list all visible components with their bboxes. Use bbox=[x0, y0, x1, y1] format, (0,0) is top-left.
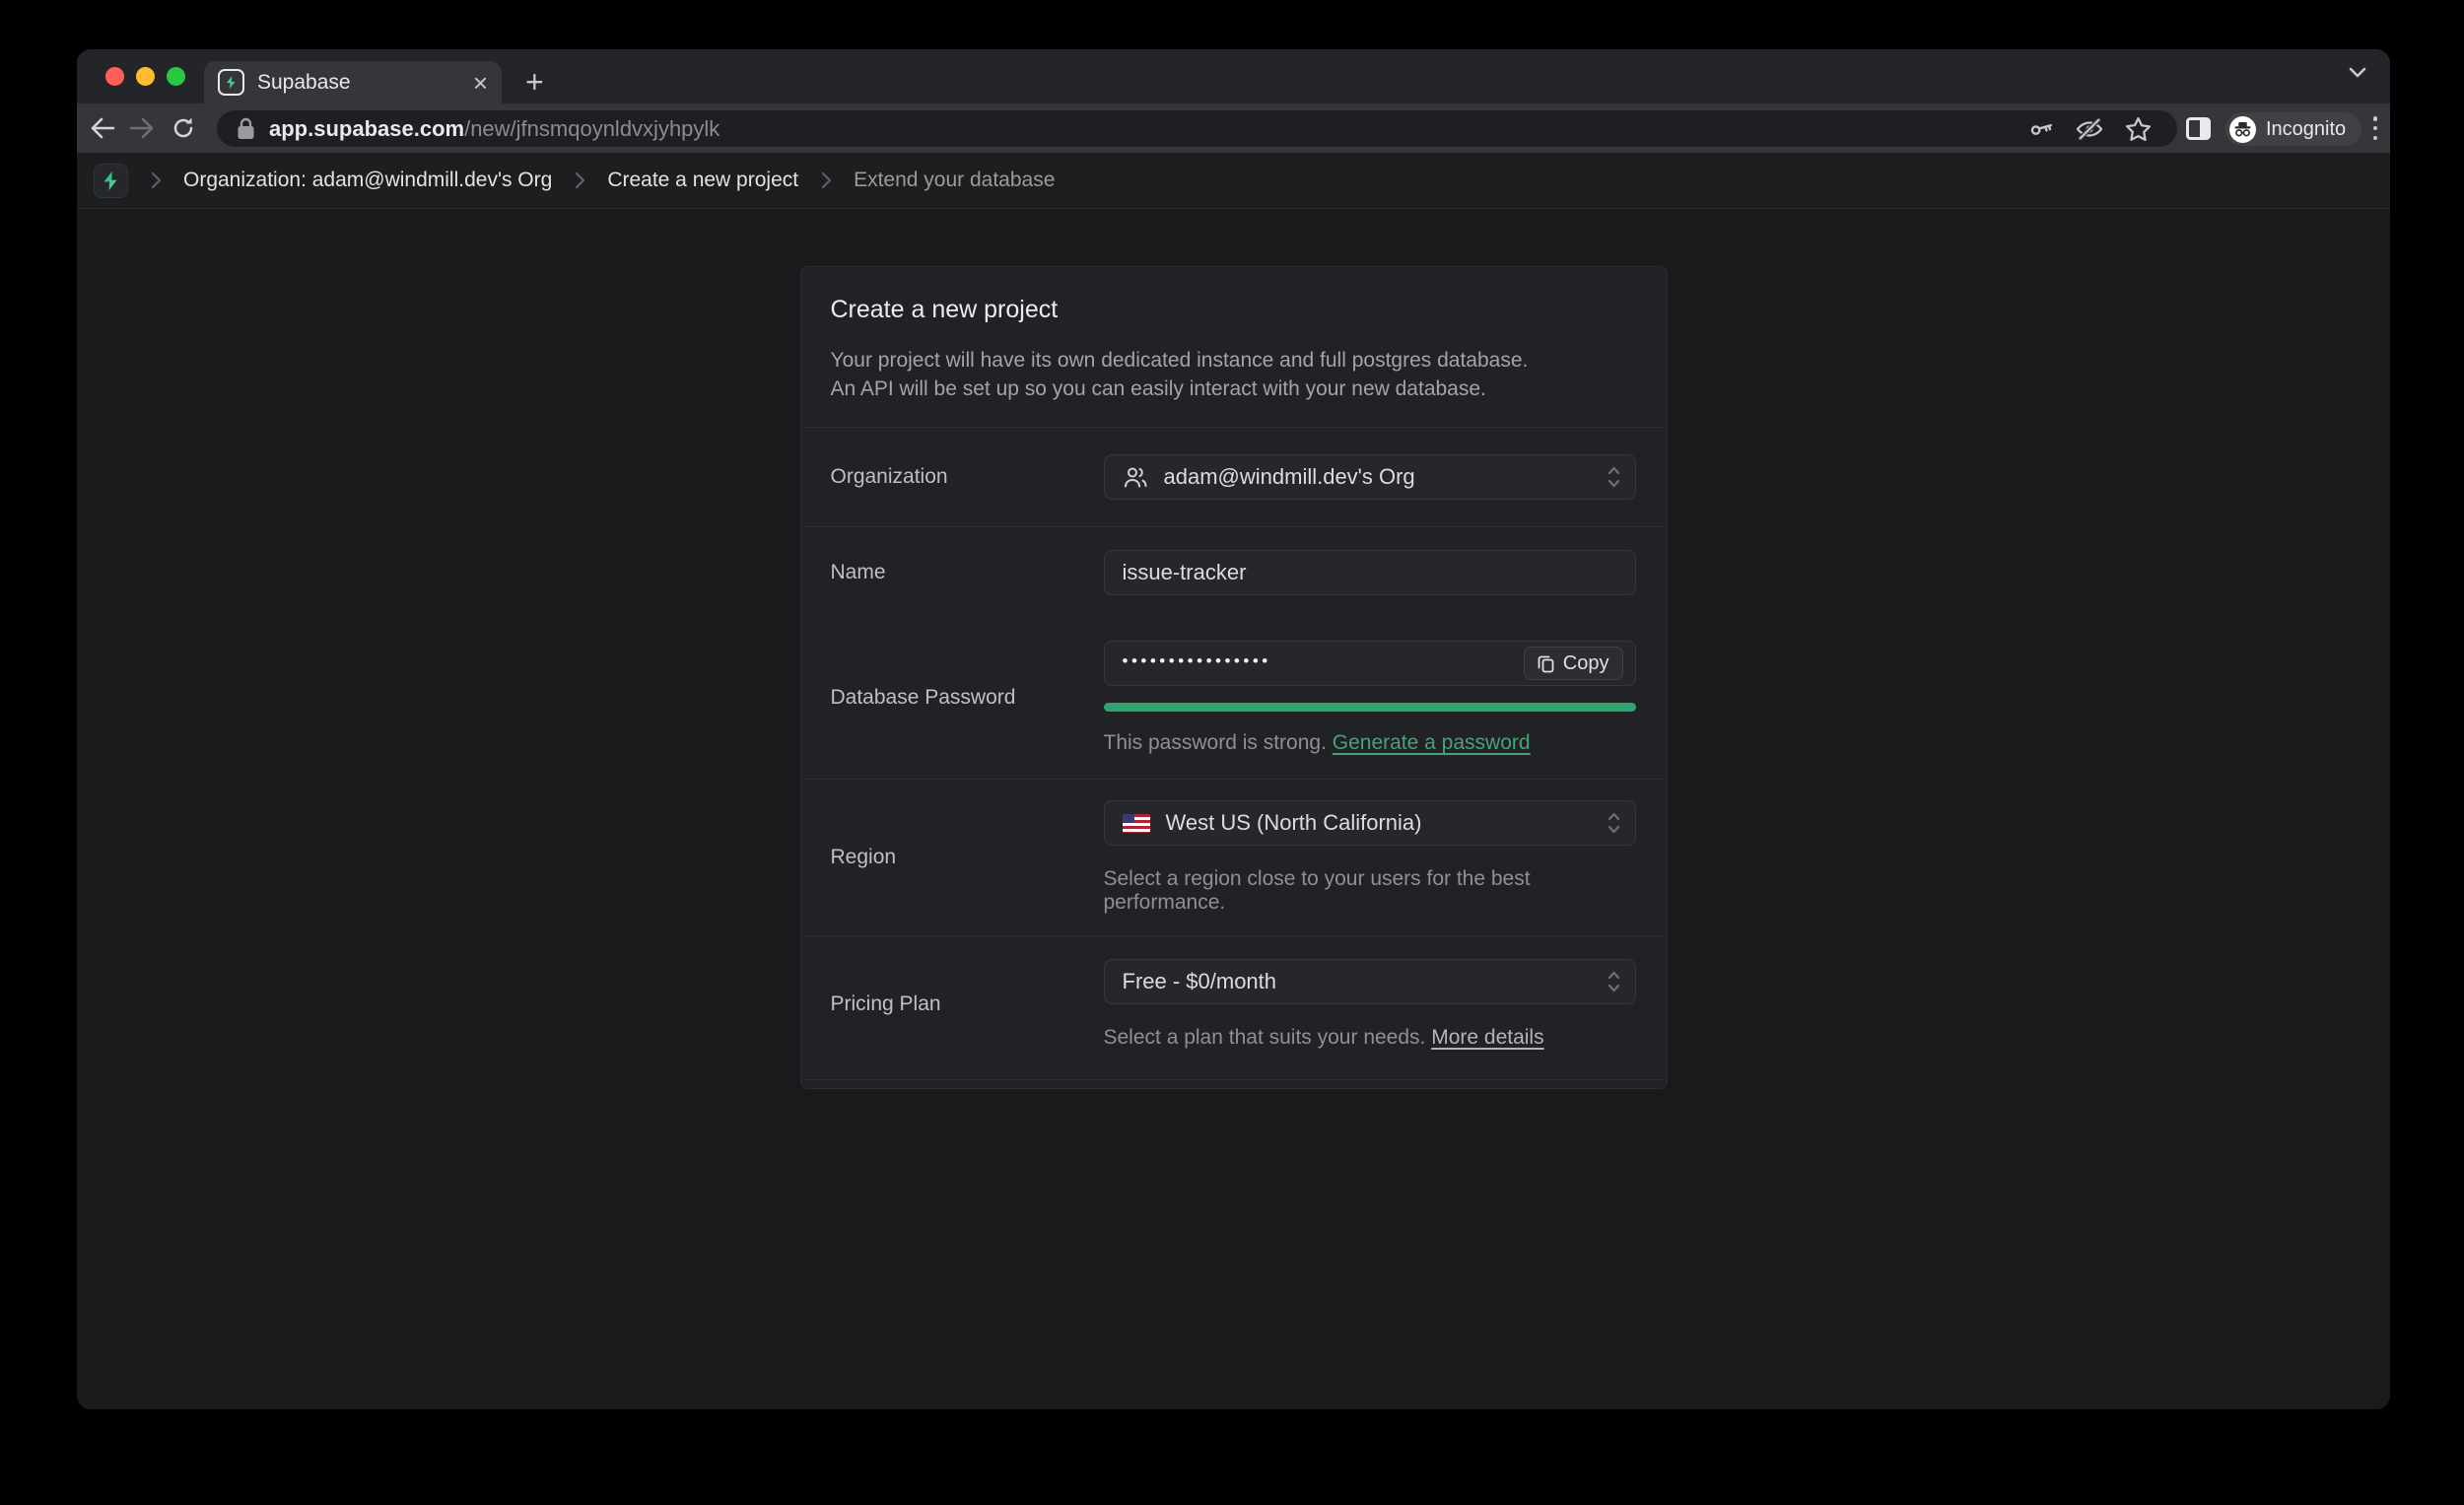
name-password-section: Name issue-tracker Database Password •••… bbox=[801, 527, 1667, 780]
window-close-button[interactable] bbox=[105, 67, 124, 86]
reload-icon[interactable] bbox=[164, 103, 203, 153]
breadcrumb-item-organization[interactable]: Organization: adam@windmill.dev's Org bbox=[183, 169, 552, 192]
breadcrumb-chevron-icon bbox=[819, 171, 833, 190]
url-path: /new/jfnsmqoynldvxjyhpylk bbox=[464, 116, 719, 141]
password-strength-text: This password is strong. bbox=[1104, 731, 1327, 754]
project-name-value: issue-tracker bbox=[1123, 560, 1247, 585]
breadcrumb-item-create-project[interactable]: Create a new project bbox=[607, 169, 798, 192]
card-footer: Cancel You can rename your project later… bbox=[801, 1080, 1667, 1089]
pricing-helper-text: Select a plan that suits your needs. bbox=[1104, 1026, 1426, 1049]
window-zoom-button[interactable] bbox=[167, 67, 185, 86]
users-icon bbox=[1123, 465, 1148, 489]
tab-close-icon[interactable]: × bbox=[473, 70, 488, 96]
browser-window: Supabase × + app.supabase. bbox=[77, 49, 2390, 1409]
region-helper: Select a region close to your users for … bbox=[1104, 867, 1636, 915]
organization-section: Organization adam@windmill.dev's Org bbox=[801, 428, 1667, 527]
supabase-favicon-icon bbox=[218, 69, 244, 96]
pricing-label: Pricing Plan bbox=[831, 992, 1104, 1016]
browser-toolbar: app.supabase.com/new/jfnsmqoynldvxjyhpyl… bbox=[77, 103, 2390, 153]
password-key-icon[interactable] bbox=[2028, 116, 2054, 142]
select-chevrons-icon bbox=[1607, 969, 1621, 994]
select-chevrons-icon bbox=[1607, 810, 1621, 836]
incognito-label: Incognito bbox=[2266, 118, 2346, 141]
supabase-logo-icon[interactable] bbox=[94, 164, 128, 198]
card-description-line2: An API will be set up so you can easily … bbox=[831, 375, 1637, 403]
password-label: Database Password bbox=[831, 686, 1104, 710]
url-bar[interactable]: app.supabase.com/new/jfnsmqoynldvxjyhpyl… bbox=[217, 110, 2177, 147]
omnibox-action-icons bbox=[2028, 116, 2152, 142]
password-input[interactable]: •••••••••••••••• Copy bbox=[1104, 641, 1636, 686]
card-description-line1: Your project will have its own dedicated… bbox=[831, 346, 1637, 375]
tab-search-chevron-icon[interactable] bbox=[2347, 65, 2368, 79]
pricing-select[interactable]: Free - $0/month bbox=[1104, 959, 1636, 1004]
more-details-link[interactable]: More details bbox=[1431, 1026, 1543, 1049]
create-project-card: Create a new project Your project will h… bbox=[800, 266, 1668, 1089]
organization-select[interactable]: adam@windmill.dev's Org bbox=[1104, 454, 1636, 500]
page-content: Create a new project Your project will h… bbox=[77, 210, 2390, 1409]
breadcrumb-item-extend-database: Extend your database bbox=[854, 169, 1055, 192]
forward-icon[interactable] bbox=[122, 103, 162, 153]
url-text: app.supabase.com/new/jfnsmqoynldvxjyhpyl… bbox=[269, 116, 719, 142]
browser-menu-icon[interactable] bbox=[2368, 116, 2382, 140]
region-label: Region bbox=[831, 846, 1104, 869]
select-chevrons-icon bbox=[1607, 464, 1621, 490]
incognito-spy-icon bbox=[2229, 116, 2256, 143]
page-title: Create a new project bbox=[831, 296, 1637, 324]
incognito-badge[interactable]: Incognito bbox=[2225, 112, 2361, 146]
screenshot-stage: Supabase × + app.supabase. bbox=[0, 0, 2464, 1505]
password-helper: This password is strong. Generate a pass… bbox=[1104, 731, 1636, 755]
pricing-section: Pricing Plan Free - $0/month Select a pl… bbox=[801, 936, 1667, 1080]
breadcrumb-chevron-icon bbox=[149, 171, 163, 190]
window-minimize-button[interactable] bbox=[136, 67, 155, 86]
card-header: Create a new project Your project will h… bbox=[801, 267, 1667, 428]
browser-tab[interactable]: Supabase × bbox=[204, 61, 502, 103]
password-masked-value: •••••••••••••••• bbox=[1123, 651, 1524, 675]
bookmark-star-icon[interactable] bbox=[2125, 116, 2152, 142]
side-panel-icon[interactable] bbox=[2186, 117, 2211, 140]
url-domain: app.supabase.com bbox=[269, 116, 464, 141]
region-section: Region West US (North California) Select… bbox=[801, 780, 1667, 936]
lock-icon bbox=[237, 117, 255, 140]
pricing-helper: Select a plan that suits your needs. Mor… bbox=[1104, 1026, 1636, 1050]
eye-off-icon[interactable] bbox=[2076, 116, 2103, 142]
organization-value: adam@windmill.dev's Org bbox=[1164, 464, 1415, 490]
organization-label: Organization bbox=[831, 465, 1104, 489]
region-select[interactable]: West US (North California) bbox=[1104, 800, 1636, 846]
copy-icon bbox=[1538, 654, 1554, 673]
new-tab-button[interactable]: + bbox=[525, 64, 544, 101]
password-strength-bar bbox=[1104, 703, 1636, 712]
breadcrumb: Organization: adam@windmill.dev's Org Cr… bbox=[77, 153, 2390, 209]
generate-password-link[interactable]: Generate a password bbox=[1333, 731, 1531, 754]
breadcrumb-chevron-icon bbox=[573, 171, 586, 190]
project-name-input[interactable]: issue-tracker bbox=[1104, 550, 1636, 595]
tab-strip: Supabase × + bbox=[77, 49, 2390, 103]
tab-title: Supabase bbox=[257, 71, 473, 95]
region-value: West US (North California) bbox=[1166, 810, 1422, 836]
copy-password-button[interactable]: Copy bbox=[1524, 647, 1623, 680]
name-label: Name bbox=[831, 561, 1104, 584]
copy-label: Copy bbox=[1563, 652, 1609, 675]
back-icon[interactable] bbox=[83, 103, 122, 153]
pricing-value: Free - $0/month bbox=[1123, 969, 1277, 994]
us-flag-icon bbox=[1123, 814, 1150, 833]
